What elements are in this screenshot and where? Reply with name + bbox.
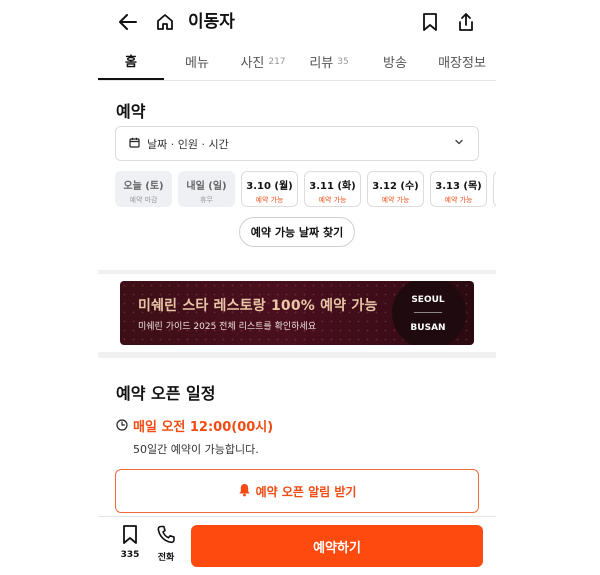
open-schedule-title: 예약 오픈 일정 <box>116 384 216 403</box>
bookmark-icon <box>122 525 138 548</box>
tab-store-info[interactable]: 매장정보 <box>428 43 496 80</box>
tab-label: 매장정보 <box>438 56 486 71</box>
chevron-down-icon <box>454 137 464 150</box>
find-available-dates-button[interactable]: 예약 가능 날짜 찾기 <box>239 217 355 247</box>
tab-count: 217 <box>268 56 286 67</box>
tab-bar: 홈 메뉴 사진 217 리뷰 35 방송 매장정보 <box>98 43 496 81</box>
date-chip[interactable]: 3.12 (수) 예약 가능 <box>367 171 424 207</box>
open-alert-button[interactable]: 예약 오픈 알림 받기 <box>115 469 479 513</box>
banner-section: 미쉐린 스타 레스토랑 100% 예약 가능 미쉐린 가이드 2025 전체 리… <box>98 274 496 352</box>
banner-city-seoul: SEOUL <box>411 295 445 305</box>
open-alert-label: 예약 오픈 알림 받기 <box>255 484 357 499</box>
date-chip[interactable]: 3.10 (월) 예약 가능 <box>241 171 298 207</box>
tab-home[interactable]: 홈 <box>98 43 164 80</box>
picker-text: 날짜 · 인원 · 시간 <box>147 137 229 151</box>
bookmark-count: 335 <box>120 550 140 560</box>
tab-label: 메뉴 <box>185 56 209 71</box>
clock-icon <box>116 416 128 435</box>
date-chip-status: 예약 가능 <box>381 196 410 204</box>
tab-label: 리뷰 <box>309 56 334 71</box>
open-time-text: 매일 오전 12:00(00시) <box>133 420 274 435</box>
app-screen: 이동자 홈 메뉴 사진 217 리뷰 35 방송 매장정보 예약 날짜 · 인원… <box>98 0 496 575</box>
call-button[interactable]: 전화 <box>151 525 181 563</box>
reserve-button[interactable]: 예약하기 <box>191 525 483 567</box>
tab-photos[interactable]: 사진 217 <box>230 43 296 80</box>
reservation-title: 예약 <box>116 102 146 121</box>
tab-broadcast[interactable]: 방송 <box>362 43 428 80</box>
date-chip-partial[interactable] <box>493 171 496 207</box>
banner-headline: 미쉐린 스타 레스토랑 100% 예약 가능 <box>138 298 378 314</box>
save-bookmark-button[interactable]: 335 <box>115 525 145 560</box>
date-chip-status: 예약 가능 <box>318 196 347 204</box>
reservation-section: 예약 날짜 · 인원 · 시간 오늘 (토) 예약 마감 내일 (일) 휴무 3… <box>98 81 496 270</box>
open-time-row: 매일 오전 12:00(00시) <box>116 416 273 435</box>
michelin-banner[interactable]: 미쉐린 스타 레스토랑 100% 예약 가능 미쉐린 가이드 2025 전체 리… <box>120 281 474 345</box>
top-app-bar: 이동자 <box>98 0 496 43</box>
date-chip-status: 예약 마감 <box>129 196 158 204</box>
banner-city-badge <box>392 281 466 345</box>
date-chip-status: 휴무 <box>200 196 213 204</box>
calendar-icon <box>129 137 140 151</box>
date-chip-day: 오늘 (토) <box>123 181 164 192</box>
tab-label: 사진 <box>240 56 265 71</box>
date-chip-today[interactable]: 오늘 (토) 예약 마감 <box>115 171 172 207</box>
date-chip-status: 예약 가능 <box>444 196 473 204</box>
date-chip-status: 예약 가능 <box>255 196 284 204</box>
date-chip[interactable]: 3.13 (목) 예약 가능 <box>430 171 487 207</box>
bell-icon <box>238 483 251 500</box>
date-chip-day: 3.10 (월) <box>246 181 293 192</box>
banner-divider <box>414 312 442 313</box>
banner-city-busan: BUSAN <box>410 323 446 333</box>
tab-label: 홈 <box>125 55 137 70</box>
page-title: 이동자 <box>188 12 235 32</box>
bottom-action-bar: 335 전화 예약하기 <box>98 516 496 575</box>
tab-label: 방송 <box>383 56 407 71</box>
date-chip[interactable]: 3.11 (화) 예약 가능 <box>304 171 361 207</box>
tab-reviews[interactable]: 리뷰 35 <box>296 43 362 80</box>
date-chip-tomorrow[interactable]: 내일 (일) 휴무 <box>178 171 235 207</box>
phone-icon <box>157 525 175 548</box>
open-schedule-desc: 50일간 예약이 가능합니다. <box>133 443 259 456</box>
open-schedule-section: 예약 오픈 일정 매일 오전 12:00(00시) 50일간 예약이 가능합니다… <box>98 358 496 518</box>
date-party-time-picker[interactable]: 날짜 · 인원 · 시간 <box>115 126 479 161</box>
date-chip-day: 3.13 (목) <box>435 181 482 192</box>
share-icon[interactable] <box>454 10 478 34</box>
back-arrow-icon[interactable] <box>116 10 140 34</box>
bookmark-icon[interactable] <box>418 10 442 34</box>
tab-menu[interactable]: 메뉴 <box>164 43 230 80</box>
banner-subtext: 미쉐린 가이드 2025 전체 리스트를 확인하세요 <box>138 322 316 332</box>
home-icon[interactable] <box>153 10 177 34</box>
tab-count: 35 <box>337 56 349 67</box>
date-chip-day: 3.11 (화) <box>309 181 356 192</box>
date-chip-day: 내일 (일) <box>186 181 227 192</box>
call-label: 전화 <box>157 553 175 563</box>
date-chip-day: 3.12 (수) <box>372 181 419 192</box>
